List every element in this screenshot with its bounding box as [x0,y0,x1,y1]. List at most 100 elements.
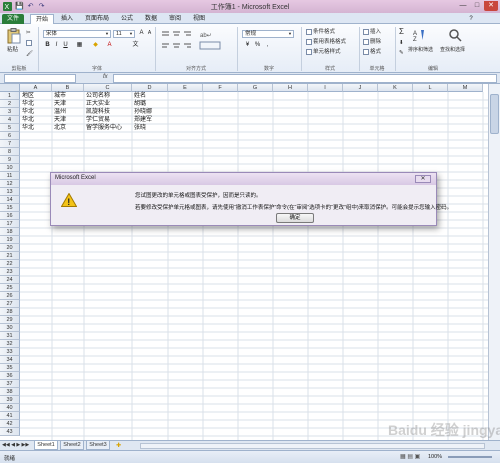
find-select-button[interactable]: 查找和选择 [440,46,465,54]
column-header[interactable]: B [52,84,84,92]
shrink-font-icon[interactable]: A [146,30,153,37]
column-header[interactable]: G [238,84,273,92]
row-header[interactable]: 10 [0,164,20,172]
sheet-tab-1[interactable]: Sheet1 [34,441,58,450]
cell-styles-button[interactable]: 单元格样式 [306,48,341,56]
row-header[interactable]: 41 [0,412,20,420]
tab-home[interactable]: 开始 [30,14,54,24]
format-as-table-button[interactable]: 套用表格格式 [306,38,346,46]
row-header[interactable]: 22 [0,260,20,268]
sheet-nav-arrows[interactable]: ◀◀ ◀ ▶ ▶▶ [2,442,29,448]
row-header[interactable]: 16 [0,212,20,220]
vertical-scrollbar[interactable] [488,84,500,440]
italic-button[interactable]: I [53,42,60,49]
row-header[interactable]: 19 [0,236,20,244]
column-header[interactable]: H [273,84,308,92]
tab-insert[interactable]: 插入 [56,14,78,24]
number-format-select[interactable]: 常规 ▼ [242,30,294,38]
row-header[interactable]: 32 [0,340,20,348]
row-header[interactable]: 3 [0,108,20,116]
row-header[interactable]: 2 [0,100,20,108]
font-color-icon[interactable]: A [106,42,113,49]
table-cell[interactable]: 华北 [21,108,34,116]
row-header[interactable]: 9 [0,156,20,164]
phonetic-icon[interactable]: 文 [132,42,139,49]
table-cell[interactable]: 天津 [53,116,66,124]
row-header[interactable]: 29 [0,316,20,324]
row-header[interactable]: 34 [0,356,20,364]
table-cell[interactable]: 地区 [21,92,34,100]
row-header[interactable]: 5 [0,124,20,132]
insert-sheet-icon[interactable]: ✚ [116,442,121,449]
row-header[interactable]: 28 [0,308,20,316]
column-header[interactable]: D [132,84,168,92]
table-cell[interactable]: 温州 [53,108,66,116]
formula-input[interactable] [113,74,497,83]
delete-cells-button[interactable]: 删除 [363,38,381,46]
column-header[interactable]: M [448,84,483,92]
table-cell[interactable]: 学仁贸易 [85,116,110,124]
grow-font-icon[interactable]: A [138,30,145,37]
insert-cells-button[interactable]: 插入 [363,28,381,36]
row-header[interactable]: 4 [0,116,20,124]
minimize-button[interactable]: — [456,1,470,11]
row-header[interactable]: 42 [0,420,20,428]
table-cell[interactable]: 北京 [53,124,66,132]
tab-file[interactable]: 文件 [2,14,24,24]
close-button[interactable]: ✕ [484,1,498,11]
column-header[interactable]: L [413,84,448,92]
underline-button[interactable]: U [62,42,69,49]
row-header[interactable]: 6 [0,132,20,140]
row-header[interactable]: 39 [0,396,20,404]
row-header[interactable]: 38 [0,388,20,396]
row-header[interactable]: 40 [0,404,20,412]
copy-icon[interactable] [26,39,33,47]
find-select-icon[interactable] [448,28,462,42]
table-cell[interactable]: 天津 [53,100,66,108]
column-header[interactable]: J [343,84,378,92]
maximize-button[interactable]: □ [470,1,484,11]
name-box[interactable] [4,74,76,83]
view-mode-icons[interactable]: ▦ ▤ ▣ [400,453,420,460]
table-cell[interactable]: 留学服务中心 [85,124,122,132]
column-header[interactable]: C [84,84,132,92]
table-cell[interactable]: 华北 [21,124,34,132]
row-header[interactable]: 24 [0,276,20,284]
table-cell[interactable]: 张晓 [133,124,146,132]
row-header[interactable]: 15 [0,204,20,212]
row-header[interactable]: 18 [0,228,20,236]
table-cell[interactable]: 正大实业 [85,100,110,108]
row-header[interactable]: 36 [0,372,20,380]
spreadsheet-grid[interactable]: ABCDEFGHIJKLM 1 2 3 4 5 6 7 8 9 10 11 12 13 14 15 16 17 1… [0,84,500,440]
sort-filter-button[interactable]: 排序和筛选 [408,46,433,54]
column-header[interactable]: K [378,84,413,92]
horizontal-scrollbar[interactable] [140,443,485,449]
column-header[interactable]: F [203,84,238,92]
row-header[interactable]: 1 [0,92,20,100]
row-header[interactable]: 43 [0,428,20,436]
currency-icon[interactable]: ¥ [244,42,251,49]
table-cell[interactable]: 孙晓娜 [133,108,152,116]
paste-icon[interactable] [6,28,22,44]
select-all-corner[interactable] [0,84,20,92]
fill-color-icon[interactable]: ◆ [92,42,99,49]
row-header[interactable]: 26 [0,292,20,300]
border-icon[interactable]: ▦ [76,42,83,49]
column-header[interactable]: I [308,84,343,92]
row-header[interactable]: 12 [0,180,20,188]
format-cells-button[interactable]: 格式 [363,48,381,56]
conditional-format-button[interactable]: 条件格式 [306,28,335,36]
row-header[interactable]: 11 [0,172,20,180]
row-header[interactable]: 25 [0,284,20,292]
help-icon[interactable]: ? [466,14,476,24]
row-header[interactable]: 37 [0,380,20,388]
row-header[interactable]: 30 [0,324,20,332]
sheet-tab-3[interactable]: Sheet3 [86,441,110,450]
table-cell[interactable]: 姓名 [133,92,146,100]
row-header[interactable]: 35 [0,364,20,372]
sort-filter-icon[interactable]: AZ [413,28,427,43]
tab-view[interactable]: 视图 [188,14,210,24]
row-header[interactable]: 20 [0,244,20,252]
format-painter-icon[interactable]: 🖌 [26,50,33,58]
zoom-level[interactable]: 100% [428,454,442,460]
